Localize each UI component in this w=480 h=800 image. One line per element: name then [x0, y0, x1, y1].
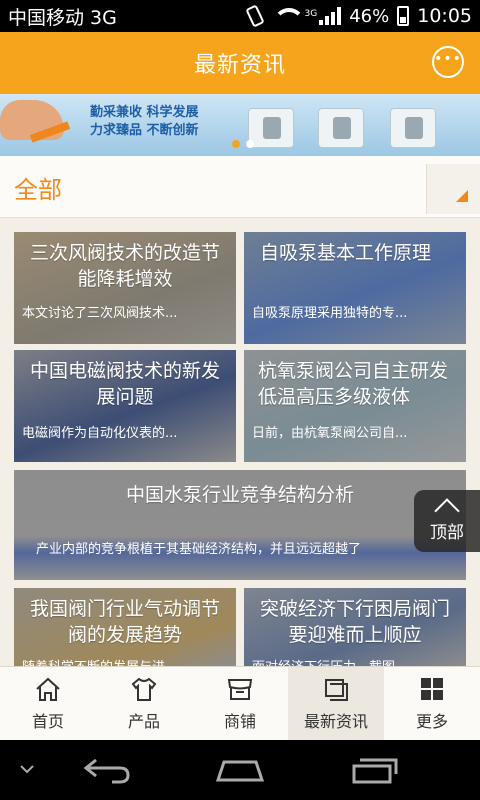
article-summary: 本文讨论了三次风阀技术...	[22, 306, 178, 321]
battery-percent: 46%	[349, 5, 390, 27]
article-summary: 自吸泵原理采用独特的专...	[252, 306, 408, 321]
banner-slogan-line1: 勤采兼收 科学发展	[90, 105, 199, 120]
article-card[interactable]: 中国电磁阀技术的新发展问题 电磁阀作为自动化仪表的...	[14, 350, 236, 462]
dropdown-triangle-icon	[456, 190, 468, 202]
vibrate-icon	[245, 5, 264, 27]
battery-icon	[397, 6, 410, 26]
article-card-wide[interactable]: 中国水泵行业竞争结构分析 产业内部的竞争根植于其基础经济结构，并且远远超越了	[14, 470, 466, 580]
article-title: 突破经济下行困局阀门要迎难而上顺应	[259, 598, 450, 646]
valve-image	[318, 108, 364, 148]
tab-label: 最新资讯	[303, 711, 368, 731]
category-bar: 全部	[0, 156, 480, 218]
tab-news[interactable]: 最新资讯	[288, 667, 384, 740]
news-icon	[325, 678, 348, 701]
article-card[interactable]: 自吸泵基本工作原理 自吸泵原理采用独特的专...	[244, 232, 466, 344]
article-title: 我国阀门行业气动调节阀的发展趋势	[29, 598, 220, 646]
tab-label: 商铺	[223, 711, 256, 731]
carrier-name: 中国移动 3G	[8, 6, 117, 29]
article-card[interactable]: 我国阀门行业气动调节阀的发展趋势 随着科学不断的发展与进...	[14, 588, 236, 668]
store-icon	[227, 678, 253, 700]
pagination-dot	[246, 140, 254, 148]
chat-button[interactable]: •••	[432, 46, 464, 78]
back-icon[interactable]	[82, 756, 132, 784]
article-title: 中国水泵行业竞争结构分析	[125, 484, 354, 506]
recent-apps-icon[interactable]	[350, 756, 400, 784]
article-title: 自吸泵基本工作原理	[260, 242, 432, 264]
back-to-top-button[interactable]: 顶部	[414, 490, 480, 552]
valve-image	[390, 108, 436, 148]
pagination-dot-active	[232, 140, 240, 148]
home-icon	[36, 677, 60, 701]
tab-label: 更多	[415, 711, 448, 731]
shirt-icon	[131, 677, 157, 701]
category-label[interactable]: 全部	[14, 170, 62, 205]
article-card[interactable]: 杭氧泵阀公司自主研发低温高压多级液体 日前，由杭氧泵阀公司自...	[244, 350, 466, 462]
article-title: 杭氧泵阀公司自主研发低温高压多级液体	[258, 360, 449, 408]
network-type: 3G	[304, 9, 318, 19]
tab-store[interactable]: 商铺	[192, 667, 288, 740]
app-header: 最新资讯 •••	[0, 32, 480, 94]
article-card[interactable]: 三次风阀技术的改造节能降耗增效 本文讨论了三次风阀技术...	[14, 232, 236, 344]
article-title: 中国电磁阀技术的新发展问题	[29, 360, 220, 408]
tab-more[interactable]: 更多	[384, 667, 480, 740]
category-dropdown-button[interactable]	[426, 164, 480, 214]
chat-bubble-icon: •••	[434, 51, 462, 67]
article-summary: 产业内部的竞争根植于其基础经济结构，并且远远超越了	[36, 542, 362, 557]
grid-icon	[421, 677, 443, 700]
clock: 10:05	[417, 5, 472, 27]
wifi-icon	[272, 8, 305, 24]
bottom-tab-bar: 首页 产品 商铺 最新资讯 更多	[0, 666, 480, 740]
tab-label: 首页	[31, 711, 64, 731]
status-bar: 中国移动 3G 3G 46% 10:05	[0, 0, 480, 32]
home-nav-icon[interactable]	[214, 758, 266, 784]
article-card[interactable]: 突破经济下行困局阀门要迎难而上顺应 面对经济下行压力，截图...	[244, 588, 466, 668]
tab-products[interactable]: 产品	[96, 667, 192, 740]
valve-image	[248, 108, 294, 148]
tab-label: 产品	[127, 711, 160, 731]
banner-slogan: 勤采兼收 科学发展 力求臻品 不断创新	[90, 104, 199, 140]
banner-pagination	[232, 140, 254, 148]
system-nav-bar	[0, 740, 480, 800]
article-summary: 电磁阀作为自动化仪表的...	[22, 426, 178, 441]
article-title: 三次风阀技术的改造节能降耗增效	[29, 242, 220, 290]
page-title: 最新资讯	[193, 53, 286, 78]
tab-home[interactable]: 首页	[0, 667, 96, 740]
signal-icon	[319, 7, 342, 25]
banner-slogan-line2: 力求臻品 不断创新	[90, 123, 199, 138]
chevron-down-icon[interactable]	[18, 762, 36, 776]
article-summary: 日前，由杭氧泵阀公司自...	[252, 426, 408, 441]
